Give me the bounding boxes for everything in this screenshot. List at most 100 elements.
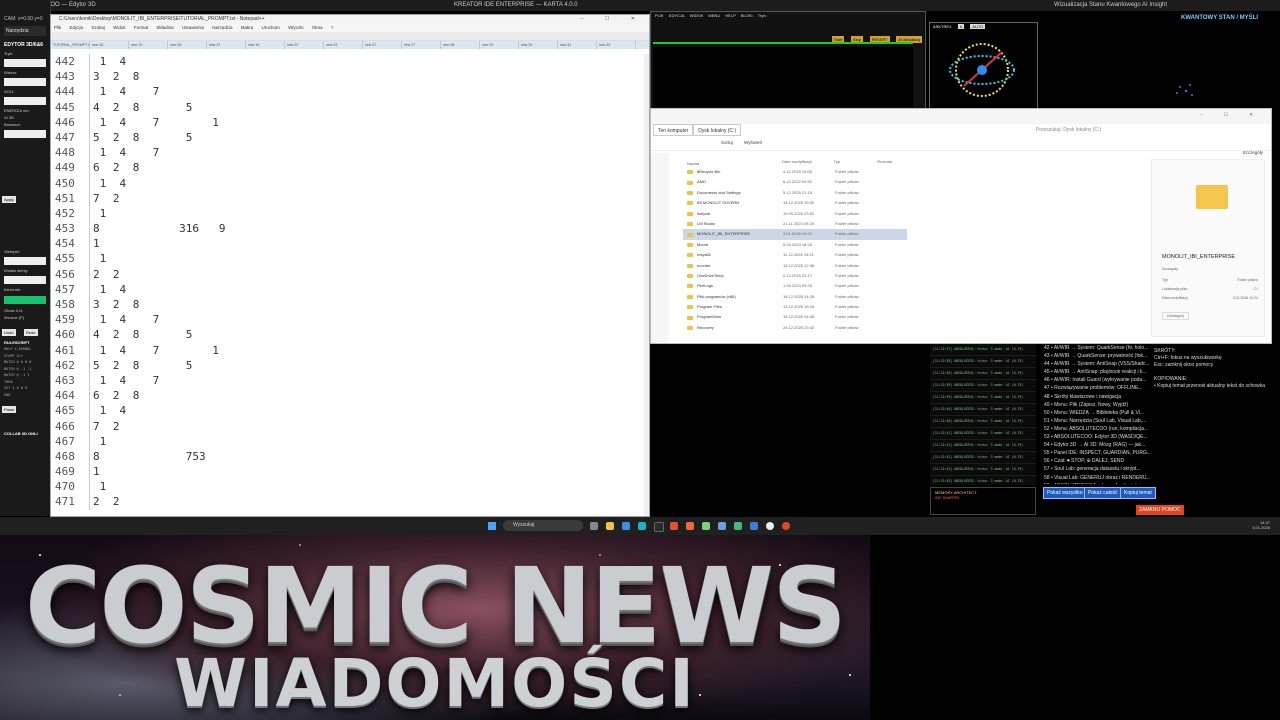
kreator-menu-tryb[interactable]: Tryb: xyxy=(758,13,767,18)
help-topic-item[interactable]: 51 • Menu: Narzędzia (Soul Lab, Visual L… xyxy=(1040,417,1152,425)
kreator-menu-help[interactable]: HELP xyxy=(725,13,735,18)
tab-file[interactable]: new 16 xyxy=(246,41,285,49)
help-topic-item[interactable]: 55 • Panel IDE: INSPECT, GUARDIAN, PURG.… xyxy=(1040,449,1152,457)
tab-narzedzia[interactable]: Narzędzia xyxy=(4,26,46,36)
notepad-toolbar[interactable] xyxy=(51,32,649,41)
help-topic-item[interactable]: 53 • ABSOLUTECOO: Edytor 3D (WASD/QE... xyxy=(1040,433,1152,441)
app-icon[interactable] xyxy=(782,522,790,530)
file-row[interactable]: IBI MONOLIT SOVERN 18.12.2025 15:30 Folder… xyxy=(683,198,907,208)
window-controls[interactable]: – ☐ ✕ xyxy=(1200,112,1263,118)
code-line[interactable]: 468 8 753 xyxy=(51,448,649,465)
code-line[interactable]: 455 1 xyxy=(51,251,649,267)
menu-okna[interactable]: Okna xyxy=(312,25,323,30)
store-icon[interactable] xyxy=(622,522,630,530)
help-topic-item[interactable]: 42 • AI/WIR → System: QuarkSense (hr, ho… xyxy=(1040,344,1152,352)
taskbar-clock[interactable]: 14:37 3.01.2026 xyxy=(1252,520,1270,530)
breadcrumb-drive[interactable]: Dysk lokalny (C:) xyxy=(693,124,742,136)
help-topic-item[interactable]: 59 • ABSOLUTECOO Analyzer: Analizuj, Int… xyxy=(1040,482,1152,484)
vscode-icon[interactable] xyxy=(750,522,758,530)
taskbar-search[interactable]: Wyszukaj xyxy=(503,520,583,531)
ghost-checkbox[interactable]: Ghost Z±1 xyxy=(0,307,50,314)
code-line[interactable]: 442 1 4 xyxy=(51,54,649,70)
parse-button[interactable]: Parse xyxy=(2,406,17,413)
explorer-titlebar[interactable]: – ☐ ✕ xyxy=(651,109,1271,124)
backend-select[interactable] xyxy=(4,130,46,138)
code-line[interactable]: 444 1 4 7 xyxy=(51,84,649,100)
tab-file[interactable]: new 21 xyxy=(207,41,246,49)
details-toggle[interactable]: Szczegóły xyxy=(1242,150,1263,155)
help-topic-item[interactable]: 46 • AI/WIR: Install Guard (wykrywanie p… xyxy=(1040,376,1152,384)
help-topic-item[interactable]: 45 • AI/WIR → AntiSnap: playbook reakcji… xyxy=(1040,368,1152,376)
code-line[interactable]: 453 8 316 9 xyxy=(51,221,649,237)
help-topic-item[interactable]: 56 • Czat: ⏺ STOP, ⊕ DALEJ, SEND xyxy=(1040,457,1152,465)
orbital-mode[interactable]: A xyxy=(957,24,965,29)
editor3d-window-title[interactable]: ABSOLUTECOO — Edytor 3D xyxy=(0,0,440,11)
menu-szukaj[interactable]: Szukaj xyxy=(91,25,105,30)
app-icon[interactable] xyxy=(670,522,678,530)
file-row[interactable]: Recovery 26.12.2025 23:42 Folder plików xyxy=(683,323,907,333)
file-row[interactable]: inetpub 10.09.2025 23:52 Folder plików xyxy=(683,209,907,219)
file-row[interactable]: OneDriveTemp 2.12.2025 22:17 Folder plików xyxy=(683,271,907,281)
apply-button[interactable]: Apply xyxy=(2,196,17,203)
menu-help[interactable]: ? xyxy=(331,25,334,30)
code-line[interactable]: 445 4 2 8 5 xyxy=(51,99,649,115)
help-topic-item[interactable]: 48 • Skróty klawiszowe i nawigacja xyxy=(1040,393,1152,401)
code-line[interactable]: 459 1 4 7 xyxy=(51,312,649,328)
file-row[interactable]: AMD 6.12.2022 00:52 Folder plików xyxy=(683,177,907,187)
help-topic-item[interactable]: 44 • AI/WIR → System: AntiSnap (VSS/Shad… xyxy=(1040,360,1152,368)
breadcrumb-this-pc[interactable]: Ten komputer xyxy=(653,124,694,136)
menu-ustawienia[interactable]: Ustawienia xyxy=(182,25,204,30)
tab-file[interactable]: new 27 xyxy=(402,41,441,49)
copy-topic-button[interactable]: Kopiuj temat xyxy=(1120,487,1156,499)
code-line[interactable]: 447 5 2 8 5 xyxy=(51,129,649,146)
redo-button[interactable]: Redo xyxy=(24,329,38,336)
window-controls[interactable]: – ☐ ✕ xyxy=(581,15,645,24)
code-line[interactable]: 469 1 xyxy=(51,464,649,480)
code-line[interactable]: 452 1 xyxy=(51,205,649,222)
help-topic-item[interactable]: 57 • Soul Lab: generacja datasetu i skry… xyxy=(1040,465,1152,473)
tab-file[interactable]: new 22 xyxy=(285,41,324,49)
help-topic-item[interactable]: 47 • Rozwiązywanie problemów: OFFLINE... xyxy=(1040,384,1152,392)
code-line[interactable]: 462 5 2 8 5 xyxy=(51,357,649,373)
code-line[interactable]: 464 6 2 8 xyxy=(51,388,649,404)
close-help-button[interactable]: ZAMKNIJ POMOC xyxy=(1136,505,1184,515)
menu-edycja[interactable]: Edycja xyxy=(70,25,84,30)
notepad-scrollbar[interactable] xyxy=(644,54,649,516)
tab-file[interactable]: new 27 xyxy=(363,41,402,49)
wizard-window-title[interactable]: Wizualizacja Stanu Kwantowego AI Insight xyxy=(1040,0,1280,11)
col-name[interactable]: Nazwa xyxy=(683,159,782,167)
tryb-field[interactable] xyxy=(4,59,46,67)
terminal-icon[interactable] xyxy=(654,522,664,532)
tab-file[interactable]: new 28 xyxy=(441,41,480,49)
soli-field[interactable] xyxy=(4,97,46,105)
task-view-icon[interactable] xyxy=(590,522,598,530)
undo-button[interactable]: Undo xyxy=(2,329,16,336)
code-line[interactable]: 470 1 xyxy=(51,479,649,495)
help-topic-item[interactable]: 49 • Menu: Plik (Zapisz, Nowy, Wyjdź) xyxy=(1040,401,1152,409)
menu-wtyczki[interactable]: Wtyczki xyxy=(288,25,304,30)
rulescript-code[interactable]: RULE X_KERNEL SCOPE Z=* MATCH @ 0 0 0 MA… xyxy=(0,346,50,398)
tab-file[interactable]: new 16 xyxy=(90,41,129,49)
menu-plik[interactable]: Plik xyxy=(54,25,61,30)
code-line[interactable]: 471 2 2 xyxy=(51,494,649,510)
tab-file[interactable]: TUTORIAL_PROMPT.txt xyxy=(51,41,90,49)
code-line[interactable]: 461 1 4 7 1 xyxy=(51,342,649,358)
help-topic-item[interactable]: 54 • Edytor 3D → AI 3D: Mózg (RAG) — jak… xyxy=(1040,441,1152,449)
menu-format[interactable]: Format xyxy=(134,25,148,30)
app-icon[interactable] xyxy=(718,522,726,530)
tab-file[interactable]: new 31 xyxy=(558,41,597,49)
code-line[interactable]: 467 1 xyxy=(51,433,649,449)
file-row[interactable]: ProgramData 18.12.2025 04:48 Folder plików xyxy=(683,312,907,322)
view-button[interactable]: Wyświetl xyxy=(744,140,762,145)
wiersz-field[interactable] xyxy=(4,78,46,86)
code-line[interactable]: 457 1 4 xyxy=(51,281,649,297)
file-row[interactable]: $Recycle.Bin 4.12.2025 19:08 Folder plików xyxy=(683,167,907,177)
brave-icon[interactable] xyxy=(686,522,694,530)
code-line[interactable]: 443 3 2 8 xyxy=(51,69,649,85)
help-topic-item[interactable]: 52 • Menu: ABSOLUTECOO (run, kompilacja.… xyxy=(1040,425,1152,433)
col-type[interactable]: Typ xyxy=(834,159,878,167)
show-all-button[interactable]: Pokaż wszystko xyxy=(1043,487,1087,499)
file-row[interactable]: Documents and Settings 5.12.2025 21:15 Fol… xyxy=(683,188,907,198)
share-button[interactable]: Udostępnij xyxy=(1162,312,1189,320)
wzorce-checkbox[interactable]: Wzorce (P) xyxy=(0,314,50,321)
